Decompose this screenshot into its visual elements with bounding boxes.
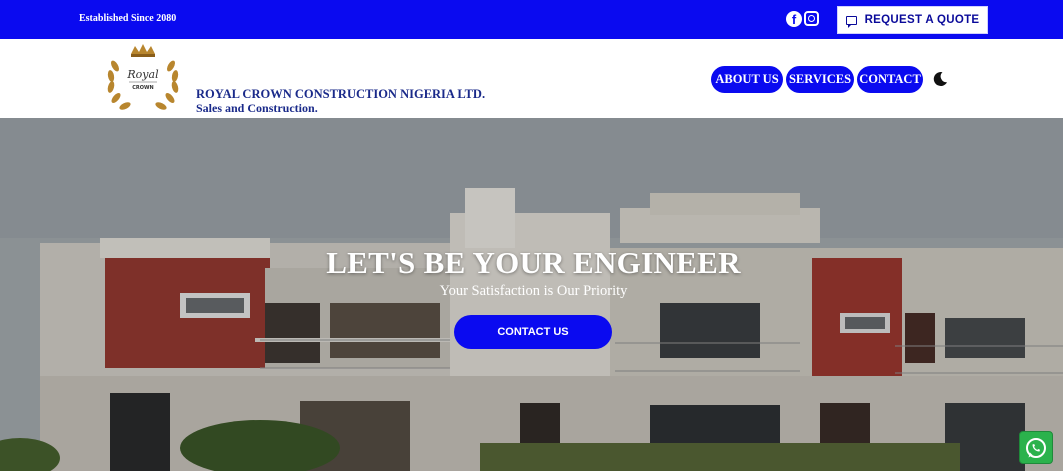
request-quote-button[interactable]: REQUEST A QUOTE: [837, 6, 988, 34]
svg-text:CROWN: CROWN: [132, 85, 153, 91]
nav-contact[interactable]: CONTACT: [857, 66, 923, 93]
company-logo[interactable]: Royal CROWN: [105, 42, 181, 114]
chat-icon: [845, 15, 857, 28]
top-bar: Established Since 2080 f REQUEST A QUOTE: [0, 0, 1063, 39]
facebook-glyph: f: [791, 12, 797, 27]
hero-title: LET'S BE YOUR ENGINEER: [326, 245, 741, 280]
hero-banner: LET'S BE YOUR ENGINEER Your Satisfaction…: [0, 118, 1063, 471]
company-name: ROYAL CROWN CONSTRUCTION NIGERIA LTD.: [196, 87, 486, 101]
moon-icon[interactable]: [932, 71, 948, 87]
svg-text:Royal: Royal: [126, 68, 159, 81]
facebook-icon[interactable]: f: [786, 11, 802, 27]
nav-services[interactable]: SERVICES: [786, 66, 854, 93]
request-quote-label: REQUEST A QUOTE: [864, 14, 980, 26]
contact-us-button[interactable]: CONTACT US: [454, 315, 612, 349]
instagram-icon[interactable]: [804, 11, 819, 26]
whatsapp-icon[interactable]: [1019, 431, 1053, 464]
nav-about-us[interactable]: ABOUT US: [711, 66, 783, 93]
established-text: Established Since 2080: [79, 13, 177, 24]
whatsapp-glyph: [1026, 437, 1046, 458]
company-tagline: Sales and Construction.: [196, 101, 318, 115]
site-header: Royal CROWN ROYAL CROWN CONSTRUCTION NIG…: [0, 39, 1063, 118]
hero-subtitle: Your Satisfaction is Our Priority: [439, 283, 628, 299]
